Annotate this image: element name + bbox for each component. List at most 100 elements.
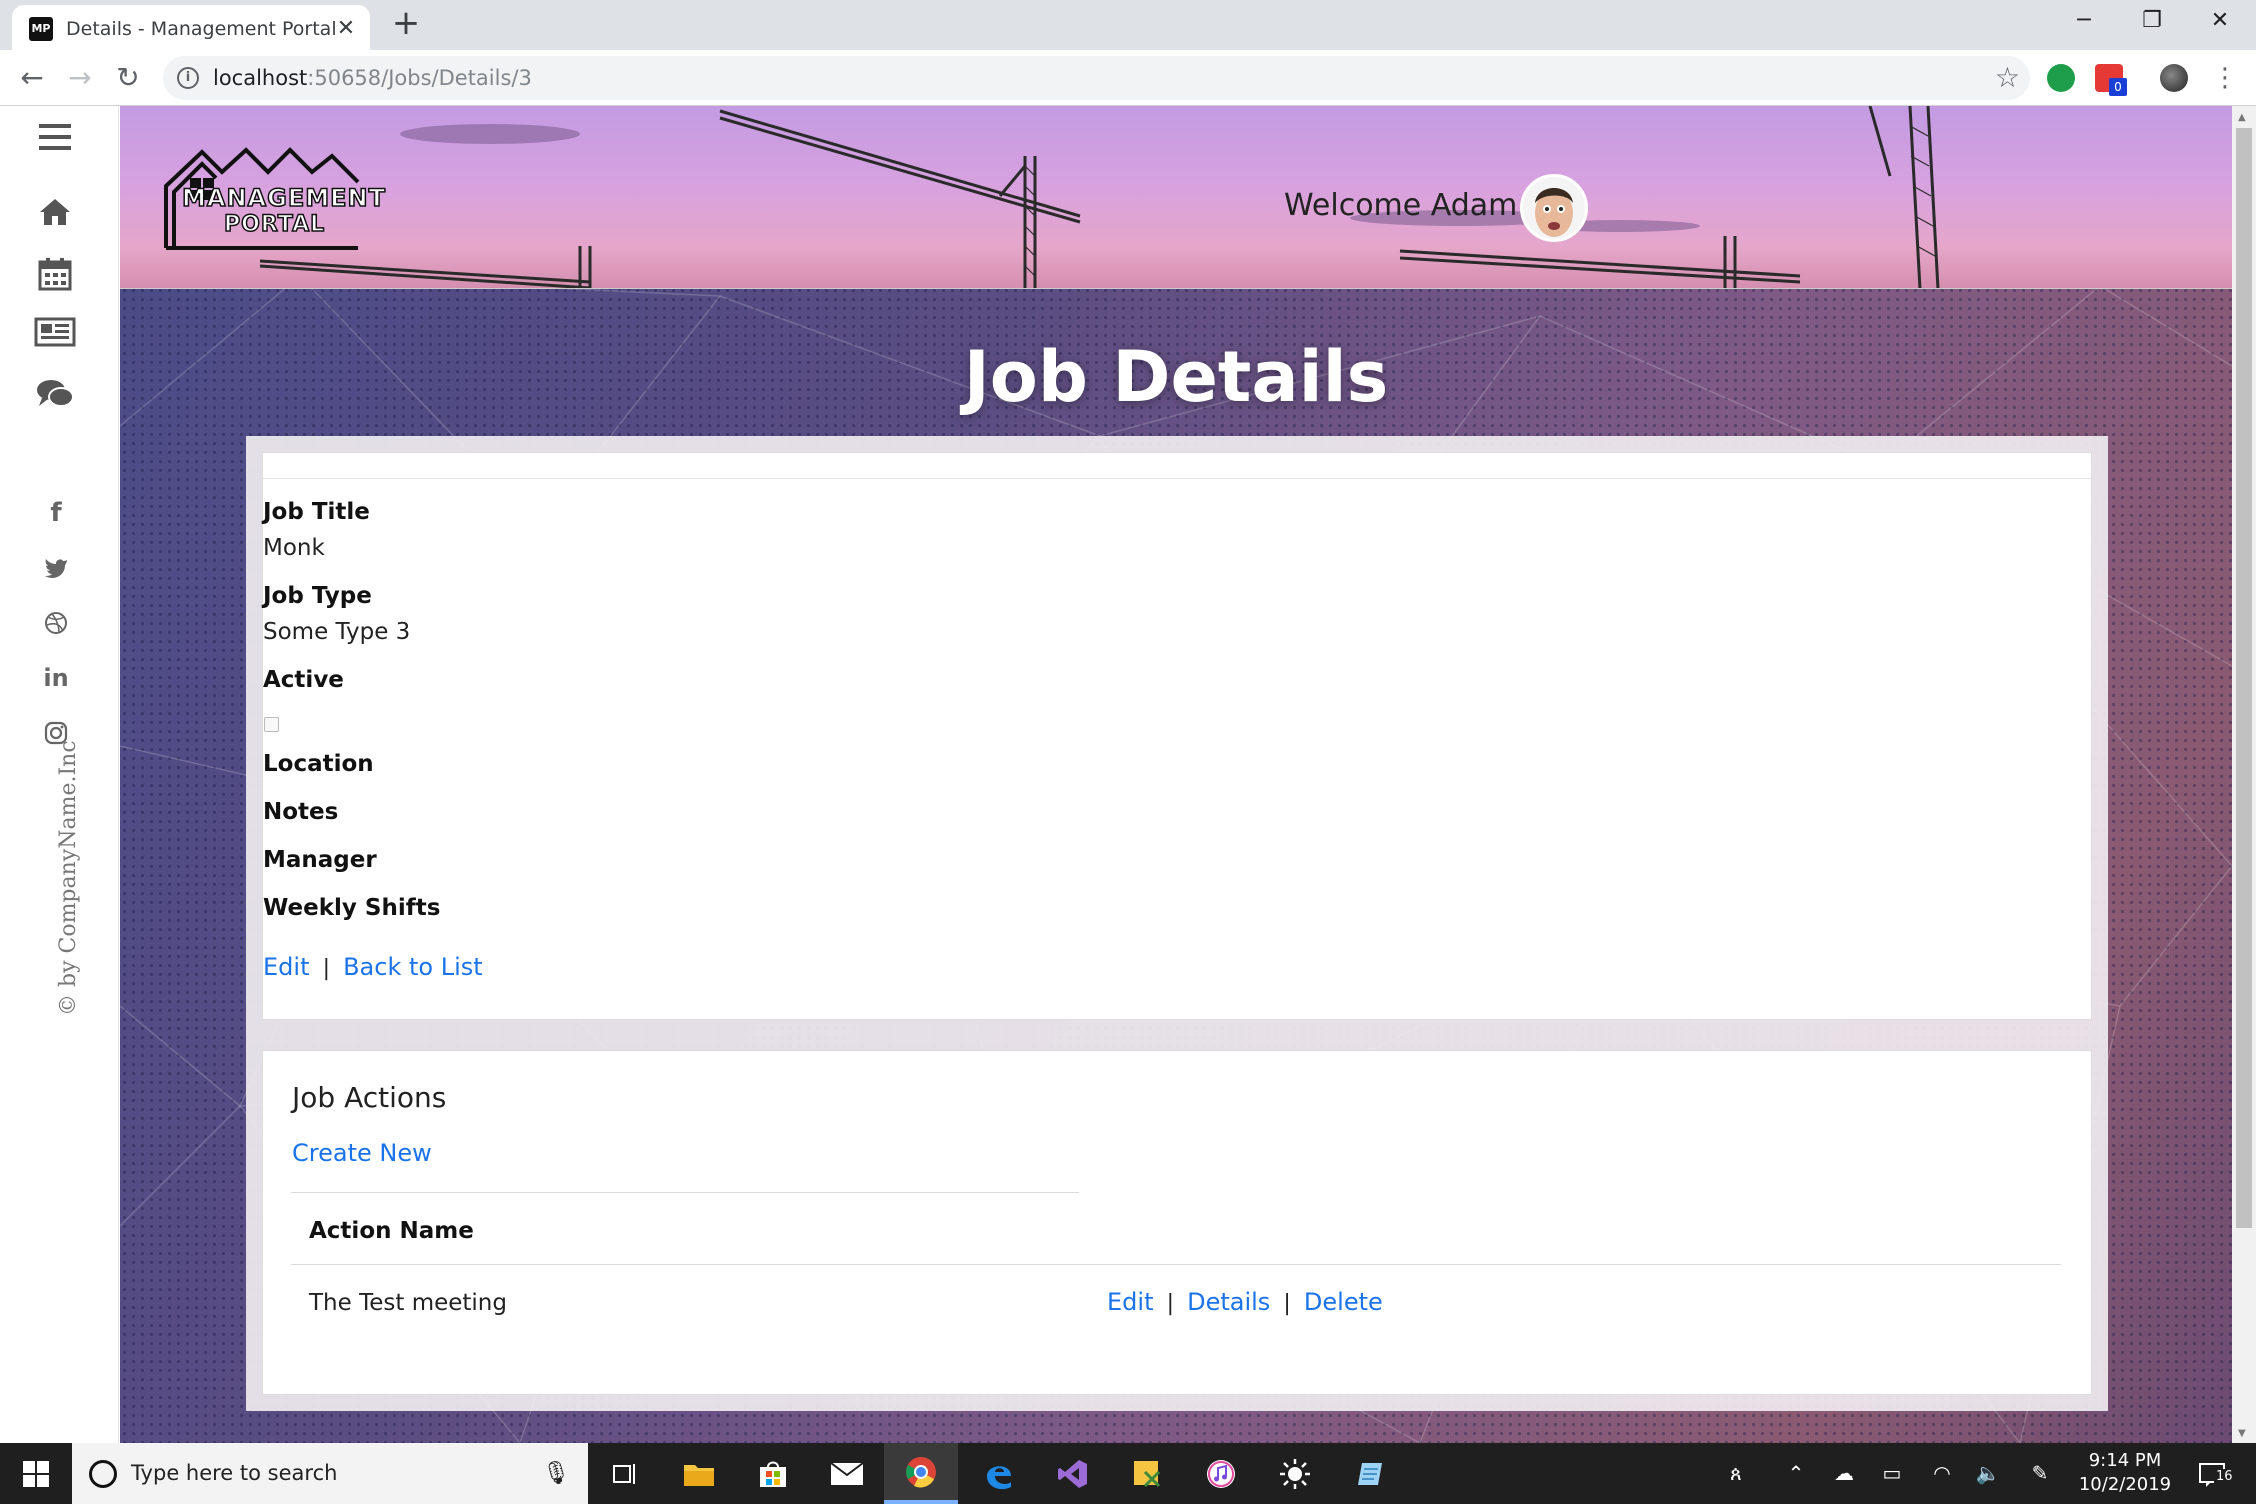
start-button[interactable] <box>0 1443 72 1504</box>
extension-badge: 0 <box>2109 78 2127 96</box>
job-type-value: Some Type 3 <box>263 619 411 645</box>
info-icon[interactable]: i <box>177 67 199 89</box>
close-tab-icon[interactable]: ✕ <box>332 15 360 43</box>
comments-icon[interactable] <box>30 372 80 416</box>
scroll-up-icon[interactable]: ▲ <box>2238 112 2246 123</box>
cortana-icon <box>89 1460 117 1488</box>
windows-taskbar: Type here to search 🎙 ጰ ⌃ ☁ ▭ ◠ 🔈 ✎ 9:14… <box>0 1443 2256 1504</box>
newspaper-icon[interactable] <box>30 310 80 354</box>
calendar-icon[interactable] <box>30 252 80 296</box>
show-hidden-icons[interactable]: ⌃ <box>1776 1443 1816 1504</box>
menu-icon[interactable] <box>30 115 80 159</box>
chrome-icon[interactable] <box>884 1443 958 1504</box>
microphone-icon[interactable]: 🎙 <box>542 1461 570 1486</box>
scroll-down-icon[interactable]: ▼ <box>2238 1428 2246 1439</box>
link-separator: | <box>1283 1291 1291 1316</box>
pen-icon[interactable]: ✎ <box>2018 1443 2062 1504</box>
notes-label: Notes <box>263 799 339 825</box>
home-icon[interactable] <box>30 190 80 234</box>
notification-count-badge: 16 <box>2214 1469 2235 1485</box>
logo-text-line1: MANAGEMENT <box>181 183 386 213</box>
facebook-icon[interactable]: f <box>36 496 76 530</box>
dribbble-icon[interactable] <box>36 606 76 640</box>
visual-studio-icon[interactable] <box>1036 1443 1110 1504</box>
brightness-icon[interactable] <box>1258 1443 1332 1504</box>
reload-button[interactable]: ↻ <box>108 58 148 98</box>
row-action-links: Edit | Details | Delete <box>1107 1288 1383 1316</box>
browser-tab[interactable]: MP Details - Management Portal ✕ <box>12 5 370 50</box>
back-button[interactable]: ← <box>12 58 52 98</box>
people-icon[interactable]: ጰ <box>1716 1443 1756 1504</box>
page-scrollbar[interactable]: ▲ ▼ <box>2232 106 2256 1443</box>
tab-title: Details - Management Portal <box>66 18 337 40</box>
browser-toolbar: ← → ↻ i localhost:50658/Jobs/Details/3 ☆… <box>0 50 2256 106</box>
link-separator: | <box>322 956 330 981</box>
browser-menu-icon[interactable]: ⋮ <box>2205 58 2245 98</box>
extension-red-icon[interactable]: 0 <box>2095 64 2127 96</box>
wifi-icon[interactable]: ◠ <box>1920 1443 1964 1504</box>
windows-logo-icon <box>23 1460 49 1487</box>
job-title-value: Monk <box>263 535 325 561</box>
forward-button[interactable]: → <box>60 58 100 98</box>
taskbar-search-placeholder: Type here to search <box>131 1461 338 1485</box>
table-divider <box>291 1264 2061 1265</box>
store-icon[interactable] <box>736 1443 810 1504</box>
side-navigation: f in © by CompanyName.Inc <box>0 106 119 1443</box>
job-details-card: Job Title Monk Job Type Some Type 3 Acti… <box>262 452 2092 1020</box>
manager-label: Manager <box>263 847 377 873</box>
row-details-link[interactable]: Details <box>1187 1288 1270 1316</box>
active-label: Active <box>263 667 344 693</box>
content-panel: Job Title Monk Job Type Some Type 3 Acti… <box>246 436 2108 1411</box>
linkedin-icon[interactable]: in <box>36 661 76 695</box>
onedrive-icon[interactable]: ☁ <box>1822 1443 1866 1504</box>
scroll-thumb[interactable] <box>2236 128 2252 1228</box>
action-center-icon[interactable]: 16 <box>2188 1443 2238 1504</box>
job-actions-title: Job Actions <box>292 1081 447 1114</box>
extension-green-icon[interactable] <box>2047 64 2075 92</box>
action-name-cell: The Test meeting <box>309 1290 507 1316</box>
main-content: MANAGEMENT PORTAL Welcome Adam I Job Det… <box>120 106 2232 1443</box>
welcome-text: Welcome Adam I <box>1284 188 1536 223</box>
card-divider <box>263 453 2091 479</box>
notepad-icon[interactable] <box>1334 1443 1408 1504</box>
cranes-illustration <box>259 106 1940 288</box>
restore-button[interactable]: ❐ <box>2118 0 2186 44</box>
close-window-button[interactable]: ✕ <box>2186 0 2254 44</box>
table-divider <box>291 1192 1079 1193</box>
browser-tab-bar: MP Details - Management Portal ✕ + ─ ❐ ✕ <box>0 0 2256 50</box>
mail-icon[interactable] <box>810 1443 884 1504</box>
url-text: localhost:50658/Jobs/Details/3 <box>213 66 532 90</box>
active-checkbox <box>264 717 279 732</box>
row-edit-link[interactable]: Edit <box>1107 1288 1153 1316</box>
bookmark-star-icon[interactable]: ☆ <box>1995 60 2020 96</box>
create-new-link[interactable]: Create New <box>292 1139 432 1167</box>
twitter-icon[interactable] <box>36 551 76 585</box>
volume-icon[interactable]: 🔈 <box>1966 1443 2010 1504</box>
task-view-icon[interactable] <box>588 1443 662 1504</box>
job-actions-card: Job Actions Create New Action Name The T… <box>262 1050 2092 1395</box>
itunes-icon[interactable] <box>1184 1443 1258 1504</box>
details-links: Edit | Back to List <box>263 953 483 981</box>
user-avatar[interactable] <box>1520 174 1588 242</box>
battery-icon[interactable]: ▭ <box>1870 1443 1914 1504</box>
edge-icon[interactable] <box>962 1443 1036 1504</box>
taskbar-clock[interactable]: 9:14 PM 10/2/2019 <box>2070 1449 2180 1497</box>
favicon-icon: MP <box>29 17 53 41</box>
page-title: Job Details <box>963 336 1389 418</box>
copyright-text: © by CompanyName.Inc <box>56 740 81 1016</box>
sticky-notes-icon[interactable] <box>1110 1443 1184 1504</box>
minimize-button[interactable]: ─ <box>2050 0 2118 44</box>
new-tab-button[interactable]: + <box>388 6 424 42</box>
taskbar-search-box[interactable]: Type here to search 🎙 <box>72 1443 588 1504</box>
profile-avatar[interactable] <box>2160 64 2188 92</box>
clock-date: 10/2/2019 <box>2078 1474 2172 1495</box>
header-banner: MANAGEMENT PORTAL Welcome Adam I <box>120 106 2232 289</box>
address-bar[interactable]: i localhost:50658/Jobs/Details/3 ☆ <box>163 56 2030 100</box>
action-name-header: Action Name <box>309 1218 474 1244</box>
edit-link[interactable]: Edit <box>263 953 309 981</box>
clock-time: 9:14 PM <box>2088 1450 2162 1471</box>
row-delete-link[interactable]: Delete <box>1304 1288 1383 1316</box>
back-to-list-link[interactable]: Back to List <box>343 953 483 981</box>
file-explorer-icon[interactable] <box>662 1443 736 1504</box>
weekly-shifts-label: Weekly Shifts <box>263 895 441 921</box>
